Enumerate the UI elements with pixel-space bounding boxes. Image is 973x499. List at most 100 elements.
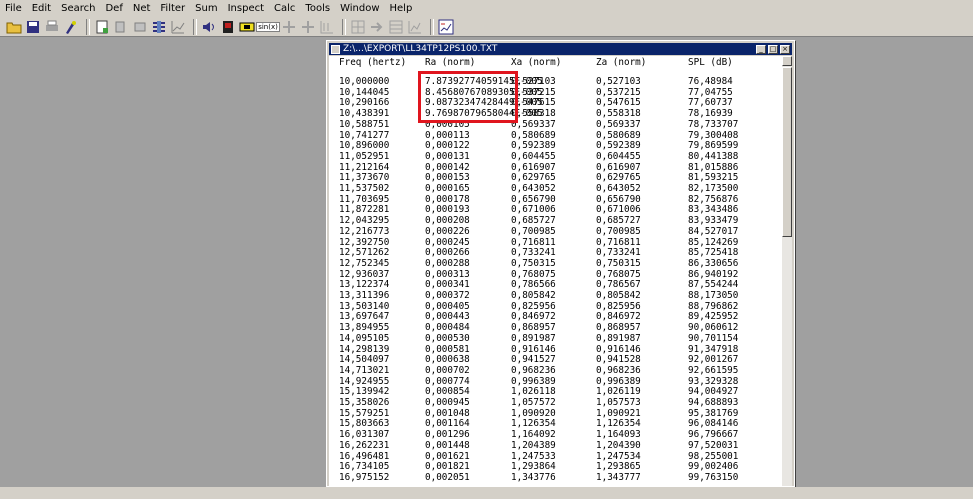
window-title-bar[interactable]: Z:\...\EXPORT\LL34TP12PS100.TXT _ □ × (329, 43, 792, 55)
text-content[interactable]: Freq (hertz) Ra (norm) Xa (norm) Za (norm) S… (329, 56, 782, 486)
chart-icon[interactable] (438, 19, 454, 35)
table-cell: 0,000854 (425, 386, 470, 398)
table-cell: 79,869599 (688, 140, 739, 152)
table-cell: 12,571262 (339, 247, 390, 259)
menu-net[interactable]: Net (128, 0, 156, 17)
table-cell: 0,569337 (596, 118, 641, 130)
capacitor-icon[interactable] (132, 19, 148, 35)
vertical-scrollbar[interactable] (782, 56, 792, 486)
table-cell: 0,733241 (511, 247, 556, 259)
sine-icon[interactable]: sin(x) (256, 19, 280, 35)
minimize-button[interactable]: _ (756, 44, 766, 54)
table-cell: 0,000341 (425, 279, 470, 291)
table-cell: 10,588751 (339, 118, 390, 130)
table-cell: 12,392750 (339, 236, 390, 248)
new-doc-icon[interactable] (94, 19, 110, 35)
table-cell: 0,733241 (596, 247, 641, 259)
table-cell: 99,002406 (688, 461, 739, 473)
plus2-icon[interactable] (300, 19, 316, 35)
table-cell: 1,293865 (596, 461, 641, 473)
table-cell: 1,164093 (596, 429, 641, 441)
table-cell: 0,996389 (596, 375, 641, 387)
table-cell: 0,000313 (425, 268, 470, 280)
table-cell: 0,868957 (596, 322, 641, 334)
print-icon[interactable] (44, 19, 60, 35)
table-cell: 0,000530 (425, 332, 470, 344)
table-cell: 0,000638 (425, 354, 470, 366)
table-cell: 80,441388 (688, 150, 739, 162)
filter-icon[interactable] (151, 19, 167, 35)
graph-icon[interactable] (170, 19, 186, 35)
table-cell: 0,768075 (596, 268, 641, 280)
red-box-icon[interactable] (220, 19, 236, 35)
toolbar-separator (430, 18, 434, 35)
table-cell: 0,000113 (425, 129, 470, 141)
menu-file[interactable]: File (0, 0, 27, 17)
wizard-icon[interactable] (63, 19, 79, 35)
table-cell: 86,940192 (688, 268, 739, 280)
table-cell: 0,891987 (596, 332, 641, 344)
table-cell: 11,872281 (339, 204, 390, 216)
table-cell: 16,975152 (339, 471, 390, 483)
table-cell: 10,741277 (339, 129, 390, 141)
table-cell: 1,026119 (596, 386, 641, 398)
menu-inspect[interactable]: Inspect (223, 0, 269, 17)
table-cell: 81,593215 (688, 172, 739, 184)
menu-filter[interactable]: Filter (155, 0, 190, 17)
table-cell: 0,916146 (511, 343, 556, 355)
table-cell: 1,057572 (511, 397, 556, 408)
scroll-up-arrow[interactable] (782, 56, 792, 66)
table-cell: 0,656790 (596, 193, 641, 205)
table-cell: 85,124269 (688, 236, 739, 248)
open-folder-icon[interactable] (6, 19, 22, 35)
status-bar (0, 487, 973, 499)
table-cell: 14,095105 (339, 332, 390, 344)
speaker-icon[interactable] (201, 19, 217, 35)
table-cell: 13,503140 (339, 300, 390, 312)
grid-icon[interactable] (319, 19, 335, 35)
table-cell: 1,090921 (596, 407, 641, 419)
table-cell: 0,592389 (596, 140, 641, 152)
menu-calc[interactable]: Calc (269, 0, 300, 17)
table-cell: 0,941528 (596, 354, 641, 366)
save-icon[interactable] (25, 19, 41, 35)
menu-def[interactable]: Def (100, 0, 127, 17)
menu-sum[interactable]: Sum (190, 0, 222, 17)
table-cell: 12,936037 (339, 268, 390, 280)
box-icon[interactable] (239, 19, 255, 35)
menu-window[interactable]: Window (335, 0, 384, 17)
grid4-icon[interactable] (407, 19, 423, 35)
table-cell: 0,805842 (511, 290, 556, 301)
table-cell: 0,768075 (511, 268, 556, 280)
menu-tools[interactable]: Tools (300, 0, 335, 17)
grid3-icon[interactable] (388, 19, 404, 35)
table-cell: 83,343486 (688, 204, 739, 216)
table-cell: 0,750315 (596, 257, 641, 269)
table-cell: 0,000484 (425, 322, 470, 334)
plus-icon[interactable] (281, 19, 297, 35)
table-cell: 91,347918 (688, 343, 739, 355)
grid2-icon[interactable] (350, 19, 366, 35)
copy-icon[interactable] (113, 19, 129, 35)
table-cell: 0,000193 (425, 204, 470, 216)
arrow-icon[interactable] (369, 19, 385, 35)
menu-edit[interactable]: Edit (27, 0, 56, 17)
close-button[interactable]: × (780, 44, 790, 54)
scroll-thumb[interactable] (782, 67, 792, 237)
maximize-button[interactable]: □ (768, 44, 778, 54)
table-cell: 10,290166 (339, 97, 390, 109)
table-cell: 92,001267 (688, 354, 739, 366)
table-cell: 0,000581 (425, 343, 470, 355)
column-header: Za (norm) (596, 57, 647, 68)
table-cell: 0,656790 (511, 193, 556, 205)
menu-help[interactable]: Help (385, 0, 418, 17)
menu-search[interactable]: Search (56, 0, 100, 17)
table-cell: 90,060612 (688, 322, 739, 334)
table-cell: 96,084146 (688, 418, 739, 430)
table-cell: 10,000000 (339, 76, 390, 87)
table-cell: 82,173500 (688, 183, 739, 194)
table-cell: 1,247533 (511, 450, 556, 462)
highlight-box (418, 71, 518, 123)
table-cell: 11,537502 (339, 183, 390, 194)
table-cell: 92,661595 (688, 364, 739, 376)
